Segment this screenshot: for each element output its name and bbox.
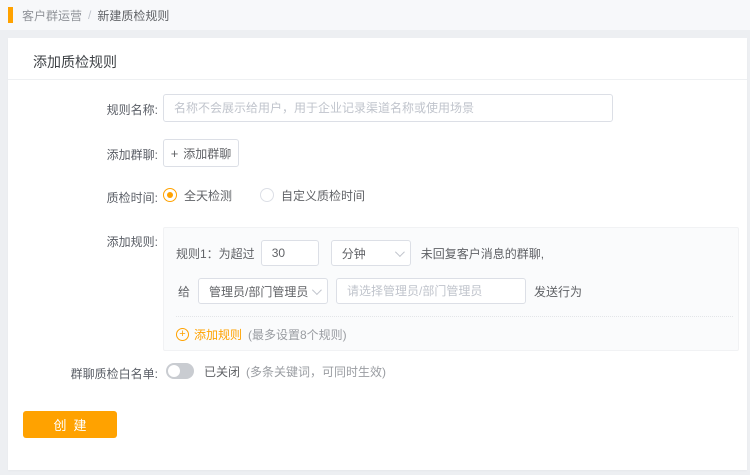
rule1-unit-value: 分钟 (341, 246, 366, 261)
whitelist-label: 群聊质检白名单: (70, 367, 158, 381)
breadcrumb-separator: / (88, 8, 92, 22)
add-rule-link[interactable]: + 添加规则 (最多设置8个规则) (176, 323, 347, 345)
title-divider (8, 79, 747, 80)
plus-circle-icon: + (176, 327, 189, 341)
rule-name-label: 规则名称: (106, 103, 158, 117)
rule1-recipient-value: 管理员/部门管理员 (209, 284, 309, 299)
rules-panel: 规则1：为超过 分钟 未回复客户消息的群聊, 给 管理员/部门管理员 发送行为 … (163, 227, 739, 351)
rule1-action-label: 发送行为 (534, 284, 583, 299)
page-title: 添加质检规则 (33, 54, 117, 70)
add-group-button-label: 添加群聊 (183, 146, 232, 161)
main-card: 添加质检规则 规则名称: 添加群聊: + 添加群聊 质检时间: 全天检测 自定义… (8, 38, 747, 470)
breadcrumb-bar: 客户群运营 / 新建质检规则 (0, 0, 750, 30)
chevron-down-icon (311, 284, 322, 295)
rule1-recipient-select[interactable]: 管理员/部门管理员 (198, 278, 329, 304)
rule1-unit-select[interactable]: 分钟 (330, 240, 411, 266)
rule1-to-label: 给 (178, 284, 191, 299)
accent-bar-icon (8, 7, 13, 23)
create-button[interactable]: 创建 (23, 411, 117, 438)
breadcrumb-current: 新建质检规则 (97, 8, 170, 23)
radio-all-day[interactable] (163, 188, 177, 202)
chevron-down-icon (394, 246, 405, 257)
toggle-knob (168, 365, 180, 377)
panel-dotted-divider (176, 316, 733, 317)
add-rule-hint: (最多设置8个规则) (248, 327, 347, 342)
breadcrumb-section[interactable]: 客户群运营 (22, 7, 82, 24)
add-rule-label: 添加规则 (194, 327, 243, 342)
breadcrumb: 客户群运营 / 新建质检规则 (22, 7, 169, 24)
whitelist-row: 已关闭 (多条关键词，可同时生效) (166, 362, 386, 380)
radio-all-day-label[interactable]: 全天检测 (184, 187, 232, 204)
rule1-action-row: 给 管理员/部门管理员 发送行为 (178, 278, 582, 304)
radio-custom-time-label[interactable]: 自定义质检时间 (281, 187, 365, 204)
plus-icon: + (170, 145, 179, 161)
inspect-time-label: 质检时间: (106, 191, 158, 205)
rules-label: 添加规则: (106, 235, 158, 249)
add-group-button[interactable]: + 添加群聊 (163, 139, 239, 167)
add-group-label: 添加群聊: (106, 148, 158, 162)
rule1-prefix: 规则1：为超过 (176, 246, 255, 261)
inspect-time-radio-group: 全天检测 自定义质检时间 (163, 184, 365, 206)
radio-custom-time[interactable] (260, 188, 275, 202)
rule1-duration-input[interactable] (260, 240, 319, 266)
whitelist-state: 已关闭 (204, 364, 241, 379)
rule1-condition-row: 规则1：为超过 分钟 未回复客户消息的群聊, (176, 240, 544, 266)
rule1-recipient-input[interactable] (336, 278, 527, 304)
rule-name-input[interactable] (163, 94, 613, 122)
rule1-condition-suffix: 未回复客户消息的群聊, (420, 246, 545, 261)
whitelist-hint: (多条关键词，可同时生效) (246, 364, 387, 379)
whitelist-toggle[interactable] (166, 363, 194, 379)
